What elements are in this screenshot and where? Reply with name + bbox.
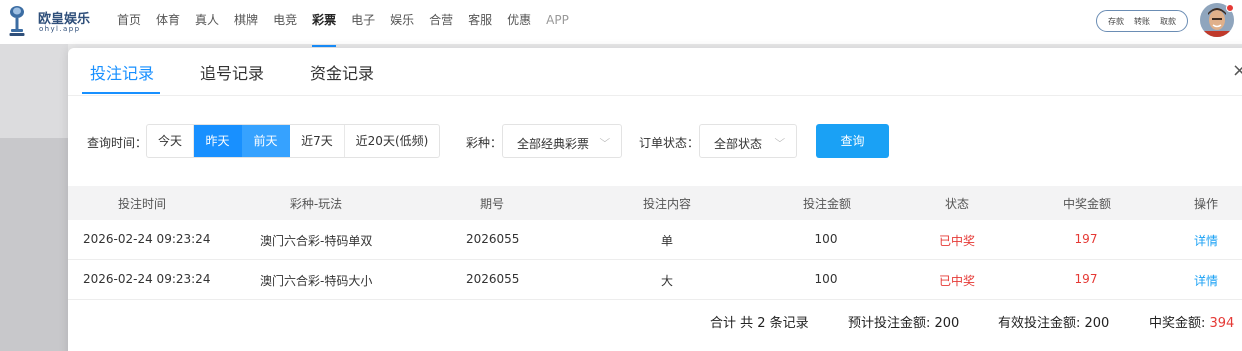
table-row: 2026-02-24 09:23:24 澳门六合彩-特码大小 2026055 大… — [68, 260, 1242, 300]
valid-bet-value: 200 — [1084, 316, 1110, 331]
nav-item-slots[interactable]: 电子 — [351, 12, 375, 32]
nav-item-live-casino[interactable]: 真人 — [195, 12, 219, 32]
close-icon[interactable]: × — [1232, 60, 1242, 81]
nav-item-home[interactable]: 首页 — [117, 12, 141, 32]
cell-bet-time: 2026-02-24 09:23:24 — [83, 232, 211, 246]
cell-bet-content: 大 — [660, 274, 674, 288]
time-range-selector: 今天 昨天 前天 近7天 近20天(低频) — [146, 124, 440, 158]
table-header: 投注时间 彩种-玩法 期号 投注内容 投注金额 状态 中奖金额 操作 — [68, 186, 1242, 220]
order-status-value: 全部状态 — [714, 137, 763, 151]
lottery-type-value: 全部经典彩票 — [517, 137, 590, 151]
nav-item-promotions[interactable]: 优惠 — [507, 12, 531, 32]
notification-dot — [1226, 4, 1234, 12]
withdraw-link[interactable]: 取款 — [1160, 16, 1176, 27]
cell-win-amount: 197 — [1074, 232, 1098, 246]
nav-item-cards[interactable]: 棋牌 — [234, 12, 258, 32]
order-status-select[interactable]: 全部状态 ⌵ — [699, 124, 797, 158]
backdrop-shade — [0, 138, 68, 351]
top-navigation-bar: 欧皇娱乐 ohyl.app 首页 体育 真人 棋牌 电竞 彩票 电子 娱乐 合营… — [0, 0, 1242, 47]
estimated-bet-total: 预计投注金额: 200 — [848, 312, 959, 331]
win-total-label: 中奖金额: — [1149, 316, 1210, 331]
records-tabs: 投注记录 追号记录 资金记录 — [68, 48, 1242, 96]
time-option-7days[interactable]: 近7天 — [290, 125, 345, 157]
nav-item-support[interactable]: 客服 — [468, 12, 492, 32]
lottery-filter-label: 彩种： — [466, 136, 503, 150]
tab-fund-records[interactable]: 资金记录 — [310, 60, 374, 84]
header-action: 操作 — [1193, 197, 1219, 211]
wallet-actions: 存款 转账 取款 — [1096, 10, 1188, 32]
lottery-type-select[interactable]: 全部经典彩票 ⌵ — [502, 124, 622, 158]
valid-bet-total: 有效投注金额: 200 — [998, 312, 1109, 331]
header-game-type: 彩种-玩法 — [289, 197, 343, 211]
chevron-down-icon: ⌵ — [599, 134, 611, 145]
time-option-yesterday[interactable]: 昨天 — [194, 125, 242, 157]
table-row: 2026-02-24 09:23:24 澳门六合彩-特码单双 2026055 单… — [68, 220, 1242, 260]
nav-item-sports[interactable]: 体育 — [156, 12, 180, 32]
header-issue: 期号 — [479, 197, 505, 211]
backdrop — [0, 44, 68, 138]
estimated-bet-label: 预计投注金额: — [848, 316, 935, 331]
win-total: 中奖金额: 394 — [1149, 312, 1234, 331]
cell-bet-amount: 100 — [814, 232, 838, 246]
cell-bet-time: 2026-02-24 09:23:24 — [83, 272, 211, 286]
header-bet-amount: 投注金额 — [802, 197, 852, 211]
cell-game-type: 澳门六合彩-特码大小 — [260, 274, 373, 288]
header-status: 状态 — [944, 197, 970, 211]
estimated-bet-value: 200 — [934, 316, 960, 331]
trophy-icon — [9, 6, 25, 36]
chevron-down-icon: ⌵ — [774, 134, 786, 145]
cell-win-amount: 197 — [1074, 272, 1098, 286]
active-tab-indicator — [82, 92, 160, 94]
details-link[interactable]: 详情 — [1194, 232, 1218, 249]
site-logo[interactable]: 欧皇娱乐 ohyl.app — [8, 5, 90, 39]
records-modal: 投注记录 追号记录 资金记录 × 查询时间： 今天 昨天 前天 近7天 近20天… — [68, 48, 1242, 351]
header-bet-content: 投注内容 — [642, 197, 692, 211]
cell-issue: 2026055 — [466, 232, 520, 246]
transfer-link[interactable]: 转账 — [1134, 16, 1150, 27]
cell-status: 已中奖 — [938, 234, 976, 248]
valid-bet-label: 有效投注金额: — [998, 316, 1085, 331]
win-total-value: 394 — [1209, 316, 1235, 331]
header-win-amount: 中奖金额 — [1062, 197, 1112, 211]
nav-item-lottery[interactable]: 彩票 — [312, 12, 337, 47]
time-option-today[interactable]: 今天 — [147, 125, 194, 157]
main-nav: 首页 体育 真人 棋牌 电竞 彩票 电子 娱乐 合营 客服 优惠 APP — [117, 12, 584, 47]
header-bet-time: 投注时间 — [117, 197, 167, 211]
cell-bet-amount: 100 — [814, 272, 838, 286]
time-option-day-before[interactable]: 前天 — [242, 125, 290, 157]
status-filter-label: 订单状态： — [639, 136, 700, 150]
nav-item-app[interactable]: APP — [546, 12, 569, 32]
time-filter-label: 查询时间： — [87, 136, 148, 150]
record-count: 合计 共 2 条记录 — [710, 316, 809, 331]
tab-bet-records[interactable]: 投注记录 — [90, 60, 154, 84]
details-link[interactable]: 详情 — [1194, 272, 1218, 289]
query-button[interactable]: 查询 — [816, 124, 889, 158]
nav-item-entertainment[interactable]: 娱乐 — [390, 12, 414, 32]
nav-item-esports[interactable]: 电竞 — [273, 12, 297, 32]
cell-game-type: 澳门六合彩-特码单双 — [260, 234, 373, 248]
brand-domain: ohyl.app — [39, 25, 81, 33]
cell-bet-content: 单 — [660, 234, 674, 248]
time-option-20days[interactable]: 近20天(低频) — [345, 125, 439, 157]
deposit-link[interactable]: 存款 — [1108, 16, 1124, 27]
cell-issue: 2026055 — [466, 272, 520, 286]
nav-item-partners[interactable]: 合营 — [429, 12, 453, 32]
tab-chase-records[interactable]: 追号记录 — [200, 60, 264, 84]
cell-status: 已中奖 — [938, 274, 976, 288]
